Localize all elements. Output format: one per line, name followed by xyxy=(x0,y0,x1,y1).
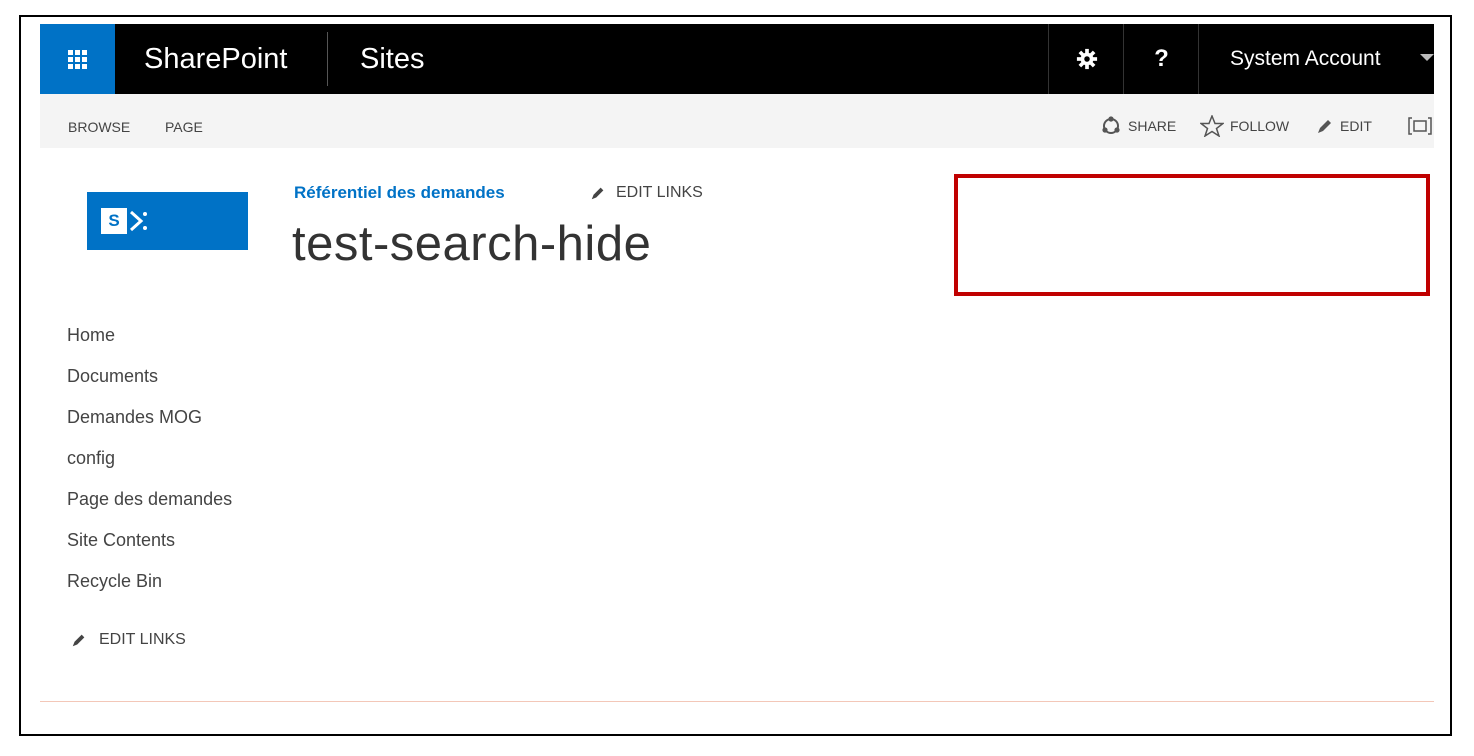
edit-links-label: EDIT LINKS xyxy=(99,631,186,648)
page-title: test-search-hide xyxy=(292,217,652,271)
edit-links-top[interactable]: EDIT LINKS xyxy=(590,184,703,202)
edit-links-label: EDIT LINKS xyxy=(616,184,703,201)
nav-item-demandes-mog[interactable]: Demandes MOG xyxy=(67,404,232,445)
site-logo[interactable]: S xyxy=(87,192,248,250)
edit-button[interactable]: EDIT xyxy=(1316,94,1372,148)
gear-icon xyxy=(1076,48,1097,70)
highlighted-search-area xyxy=(954,174,1430,296)
footer-divider xyxy=(40,701,1434,702)
account-name: System Account xyxy=(1230,47,1381,70)
share-button[interactable]: SHARE xyxy=(1100,94,1176,148)
nav-item-config[interactable]: config xyxy=(67,445,232,486)
suite-divider xyxy=(327,32,328,86)
waffle-icon xyxy=(68,49,87,69)
pencil-icon xyxy=(1318,120,1331,133)
app-launcher-button[interactable] xyxy=(40,24,115,94)
caret-down-icon xyxy=(1420,54,1434,61)
quick-launch-nav: Home Documents Demandes MOG config Page … xyxy=(67,322,232,609)
pencil-icon xyxy=(72,634,85,647)
edit-label: EDIT xyxy=(1340,118,1372,134)
tab-browse[interactable]: BROWSE xyxy=(68,94,130,148)
star-icon xyxy=(1200,115,1224,137)
nav-item-documents[interactable]: Documents xyxy=(67,363,232,404)
help-button[interactable]: ? xyxy=(1123,24,1199,94)
follow-label: FOLLOW xyxy=(1230,118,1290,134)
nav-item-home[interactable]: Home xyxy=(67,322,232,363)
logo-arrow-icon xyxy=(129,210,147,232)
share-icon xyxy=(1102,116,1120,134)
edit-links-quicklaunch[interactable]: EDIT LINKS xyxy=(71,631,186,649)
suite-bar: SharePoint Sites ? System Account xyxy=(40,24,1434,94)
help-icon: ? xyxy=(1154,45,1169,72)
focus-on-content-button[interactable] xyxy=(1408,94,1432,148)
fullscreen-icon xyxy=(1408,117,1432,135)
nav-item-site-contents[interactable]: Site Contents xyxy=(67,527,232,568)
follow-button[interactable]: FOLLOW xyxy=(1200,94,1289,148)
brand-sharepoint[interactable]: SharePoint xyxy=(144,24,288,94)
pencil-icon xyxy=(591,187,604,200)
nav-item-page-des-demandes[interactable]: Page des demandes xyxy=(67,486,232,527)
sites-link[interactable]: Sites xyxy=(360,24,424,94)
site-breadcrumb-link[interactable]: Référentiel des demandes xyxy=(294,183,505,203)
sharepoint-logo-icon: S xyxy=(101,208,127,234)
settings-button[interactable] xyxy=(1048,24,1124,94)
share-label: SHARE xyxy=(1128,118,1177,134)
tab-page[interactable]: PAGE xyxy=(165,94,203,148)
ribbon-bar: BROWSE PAGE SHARE FOLLOW EDIT xyxy=(40,94,1434,148)
nav-item-recycle-bin[interactable]: Recycle Bin xyxy=(67,568,232,609)
account-menu[interactable]: System Account xyxy=(1198,24,1434,94)
